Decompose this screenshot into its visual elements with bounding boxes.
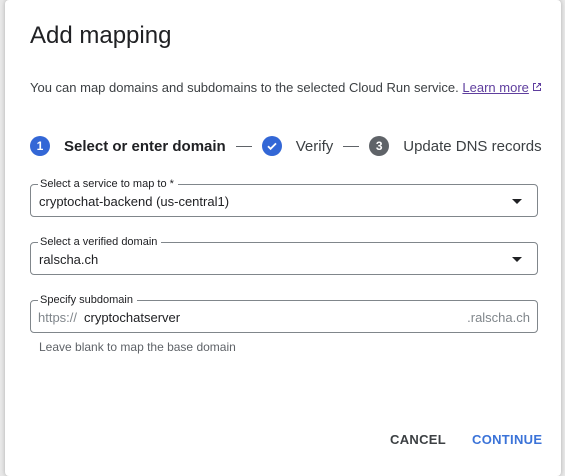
- description-text: You can map domains and subdomains to th…: [30, 80, 459, 95]
- cancel-button[interactable]: CANCEL: [384, 428, 452, 451]
- subdomain-hint: Leave blank to map the base domain: [39, 340, 236, 354]
- dialog-title: Add mapping: [30, 22, 172, 49]
- subdomain-field-label: Specify subdomain: [38, 293, 137, 307]
- service-select-value[interactable]: cryptochat-backend (us-central1): [39, 194, 229, 209]
- step-1-label: Select or enter domain: [64, 137, 226, 155]
- stepper: 1 Select or enter domain Verify 3 Update…: [30, 135, 542, 157]
- step-3-number: 3: [369, 136, 390, 156]
- learn-more-link[interactable]: Learn more: [462, 80, 541, 95]
- step-2-check-icon: [261, 136, 282, 156]
- continue-button[interactable]: CONTINUE: [466, 428, 548, 451]
- domain-select[interactable]: Select a verified domain ralscha.ch: [30, 235, 538, 275]
- step-separator: [235, 145, 252, 147]
- arrow-drop-down-icon[interactable]: [512, 257, 522, 262]
- domain-select-label: Select a verified domain: [38, 235, 162, 249]
- arrow-drop-down-icon[interactable]: [512, 199, 522, 204]
- subdomain-field[interactable]: Specify subdomain https:// .ralscha.ch: [30, 293, 538, 333]
- service-select[interactable]: Select a service to map to * cryptochat-…: [30, 177, 538, 217]
- dialog-description: You can map domains and subdomains to th…: [30, 80, 542, 95]
- subdomain-prefix: https://: [38, 310, 78, 325]
- step-3-label: Update DNS records: [403, 137, 542, 155]
- service-select-label: Select a service to map to *: [38, 177, 178, 191]
- step-separator: [343, 145, 360, 147]
- subdomain-suffix: .ralscha.ch: [467, 310, 530, 325]
- check-icon: [267, 142, 277, 151]
- subdomain-input[interactable]: [84, 307, 454, 327]
- add-mapping-dialog: Add mapping You can map domains and subd…: [5, 0, 561, 476]
- step-1-number: 1: [30, 136, 50, 156]
- learn-more-label[interactable]: Learn more: [462, 80, 528, 95]
- domain-select-value[interactable]: ralscha.ch: [39, 252, 98, 267]
- external-link-icon[interactable]: [532, 82, 542, 92]
- step-2-label: Verify: [295, 137, 334, 155]
